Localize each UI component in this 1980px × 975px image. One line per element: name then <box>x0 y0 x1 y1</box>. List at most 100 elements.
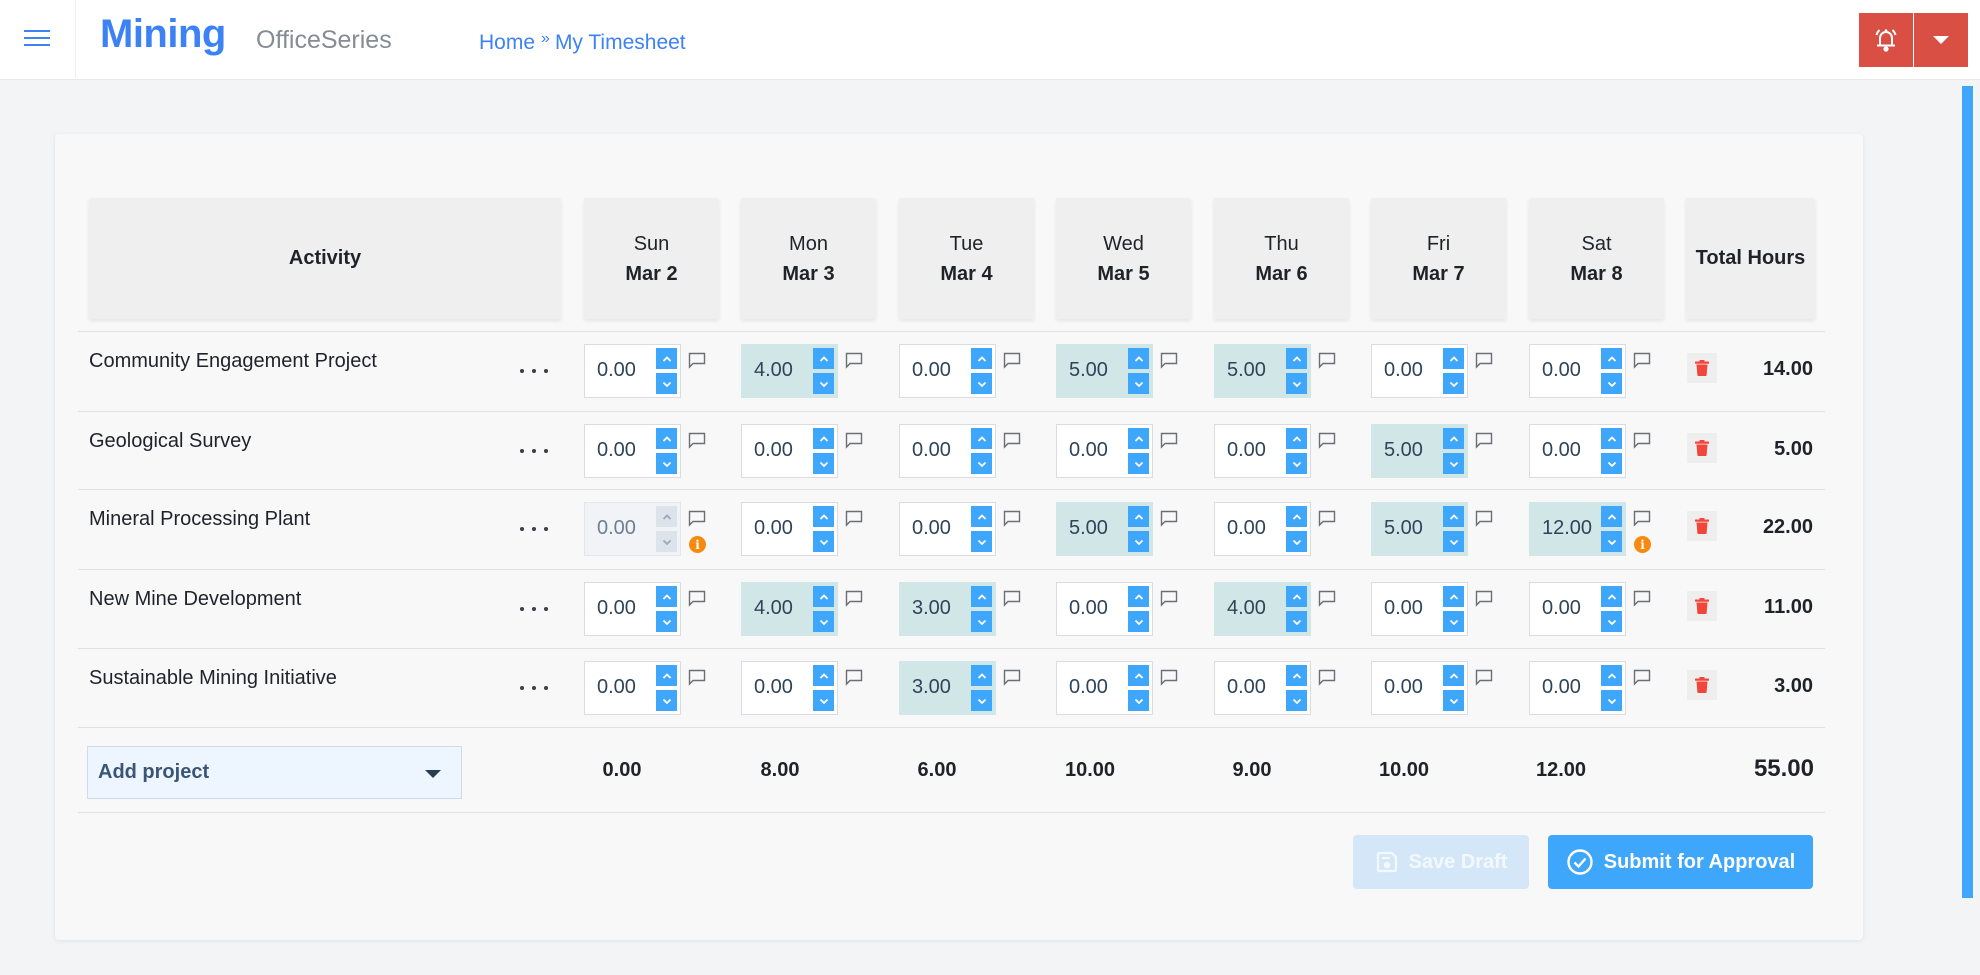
increment-button[interactable] <box>813 506 834 527</box>
decrement-button[interactable] <box>813 531 834 552</box>
hours-input[interactable]: 0.00 <box>741 661 838 715</box>
comment-icon[interactable] <box>845 510 863 527</box>
decrement-button[interactable] <box>1128 453 1149 474</box>
increment-button[interactable] <box>1286 586 1307 607</box>
increment-button[interactable] <box>1601 665 1622 686</box>
hours-input[interactable]: 0.00 <box>1529 582 1626 636</box>
comment-icon[interactable] <box>845 352 863 369</box>
decrement-button[interactable] <box>813 453 834 474</box>
trash-icon[interactable] <box>1687 353 1717 383</box>
comment-icon[interactable] <box>845 590 863 607</box>
app-logo[interactable]: Mining <box>100 12 226 57</box>
hours-input[interactable]: 0.00 <box>584 661 681 715</box>
hours-input[interactable]: 0.00 <box>584 424 681 478</box>
hours-input[interactable]: 0.00 <box>1371 582 1468 636</box>
more-horizontal-icon[interactable] <box>520 599 548 619</box>
decrement-button[interactable] <box>971 373 992 394</box>
decrement-button[interactable] <box>1601 453 1622 474</box>
decrement-button[interactable] <box>1286 531 1307 552</box>
decrement-button[interactable] <box>656 690 677 711</box>
increment-button[interactable] <box>656 586 677 607</box>
hours-input[interactable]: 3.00 <box>899 582 996 636</box>
increment-button[interactable] <box>1286 348 1307 369</box>
increment-button[interactable] <box>1128 348 1149 369</box>
save-draft-button[interactable]: Save Draft <box>1353 835 1529 889</box>
comment-icon[interactable] <box>1475 590 1493 607</box>
increment-button[interactable] <box>1601 348 1622 369</box>
increment-button[interactable] <box>1128 506 1149 527</box>
hours-input[interactable]: 0.00 <box>584 344 681 398</box>
increment-button[interactable] <box>971 506 992 527</box>
decrement-button[interactable] <box>1443 531 1464 552</box>
increment-button[interactable] <box>656 428 677 449</box>
comment-icon[interactable] <box>845 669 863 686</box>
more-horizontal-icon[interactable] <box>520 519 548 539</box>
comment-icon[interactable] <box>1633 510 1651 527</box>
trash-icon[interactable] <box>1687 591 1717 621</box>
decrement-button[interactable] <box>1601 690 1622 711</box>
comment-icon[interactable] <box>1318 669 1336 686</box>
hours-input[interactable]: 0.00 <box>899 502 996 556</box>
comment-icon[interactable] <box>1160 590 1178 607</box>
hours-input[interactable]: 5.00 <box>1056 502 1153 556</box>
hours-input[interactable]: 3.00 <box>899 661 996 715</box>
hours-input[interactable]: 4.00 <box>741 582 838 636</box>
hours-input[interactable]: 0.00 <box>584 582 681 636</box>
hours-input[interactable]: 4.00 <box>741 344 838 398</box>
trash-icon[interactable] <box>1687 670 1717 700</box>
decrement-button[interactable] <box>1601 373 1622 394</box>
comment-icon[interactable] <box>688 510 706 527</box>
comment-icon[interactable] <box>1318 432 1336 449</box>
increment-button[interactable] <box>813 665 834 686</box>
comment-icon[interactable] <box>1160 510 1178 527</box>
increment-button[interactable] <box>1601 586 1622 607</box>
decrement-button[interactable] <box>971 611 992 632</box>
hours-input[interactable]: 12.00 <box>1529 502 1626 556</box>
decrement-button[interactable] <box>1443 373 1464 394</box>
increment-button[interactable] <box>1286 506 1307 527</box>
comment-icon[interactable] <box>688 352 706 369</box>
hours-input[interactable]: 0.00 <box>899 424 996 478</box>
decrement-button[interactable] <box>1443 611 1464 632</box>
comment-icon[interactable] <box>1475 510 1493 527</box>
hours-input[interactable]: 5.00 <box>1371 424 1468 478</box>
more-horizontal-icon[interactable] <box>520 441 548 461</box>
hours-input[interactable]: 0.00 <box>1529 344 1626 398</box>
decrement-button[interactable] <box>1128 531 1149 552</box>
comment-icon[interactable] <box>1003 590 1021 607</box>
increment-button[interactable] <box>1443 428 1464 449</box>
vertical-scrollbar[interactable] <box>1962 86 1973 898</box>
comment-icon[interactable] <box>1633 352 1651 369</box>
hours-input[interactable]: 0.00 <box>899 344 996 398</box>
hours-input[interactable]: 0.00 <box>741 424 838 478</box>
comment-icon[interactable] <box>1475 669 1493 686</box>
comment-icon[interactable] <box>688 590 706 607</box>
increment-button[interactable] <box>1286 665 1307 686</box>
add-project-select[interactable]: Add project <box>87 746 462 799</box>
user-menu-dropdown-button[interactable] <box>1914 13 1968 67</box>
hours-input[interactable]: 0.00 <box>1214 424 1311 478</box>
decrement-button[interactable] <box>656 453 677 474</box>
hours-input[interactable]: 0.00 <box>1214 502 1311 556</box>
increment-button[interactable] <box>971 348 992 369</box>
hours-input[interactable]: 5.00 <box>1056 344 1153 398</box>
hours-input[interactable]: 0.00 <box>1056 661 1153 715</box>
hours-input[interactable]: 0.00 <box>741 502 838 556</box>
comment-icon[interactable] <box>1475 432 1493 449</box>
more-horizontal-icon[interactable] <box>520 678 548 698</box>
increment-button[interactable] <box>971 665 992 686</box>
decrement-button[interactable] <box>656 611 677 632</box>
alarm-button[interactable] <box>1859 13 1913 67</box>
comment-icon[interactable] <box>688 669 706 686</box>
decrement-button[interactable] <box>1286 373 1307 394</box>
increment-button[interactable] <box>971 428 992 449</box>
increment-button[interactable] <box>1286 428 1307 449</box>
increment-button[interactable] <box>1601 506 1622 527</box>
decrement-button[interactable] <box>1601 531 1622 552</box>
increment-button[interactable] <box>971 586 992 607</box>
increment-button[interactable] <box>813 348 834 369</box>
hours-input[interactable]: 0.00 <box>1529 661 1626 715</box>
hours-input[interactable]: 0.00 <box>1371 661 1468 715</box>
hours-input[interactable]: 0.00 <box>1214 661 1311 715</box>
decrement-button[interactable] <box>971 690 992 711</box>
